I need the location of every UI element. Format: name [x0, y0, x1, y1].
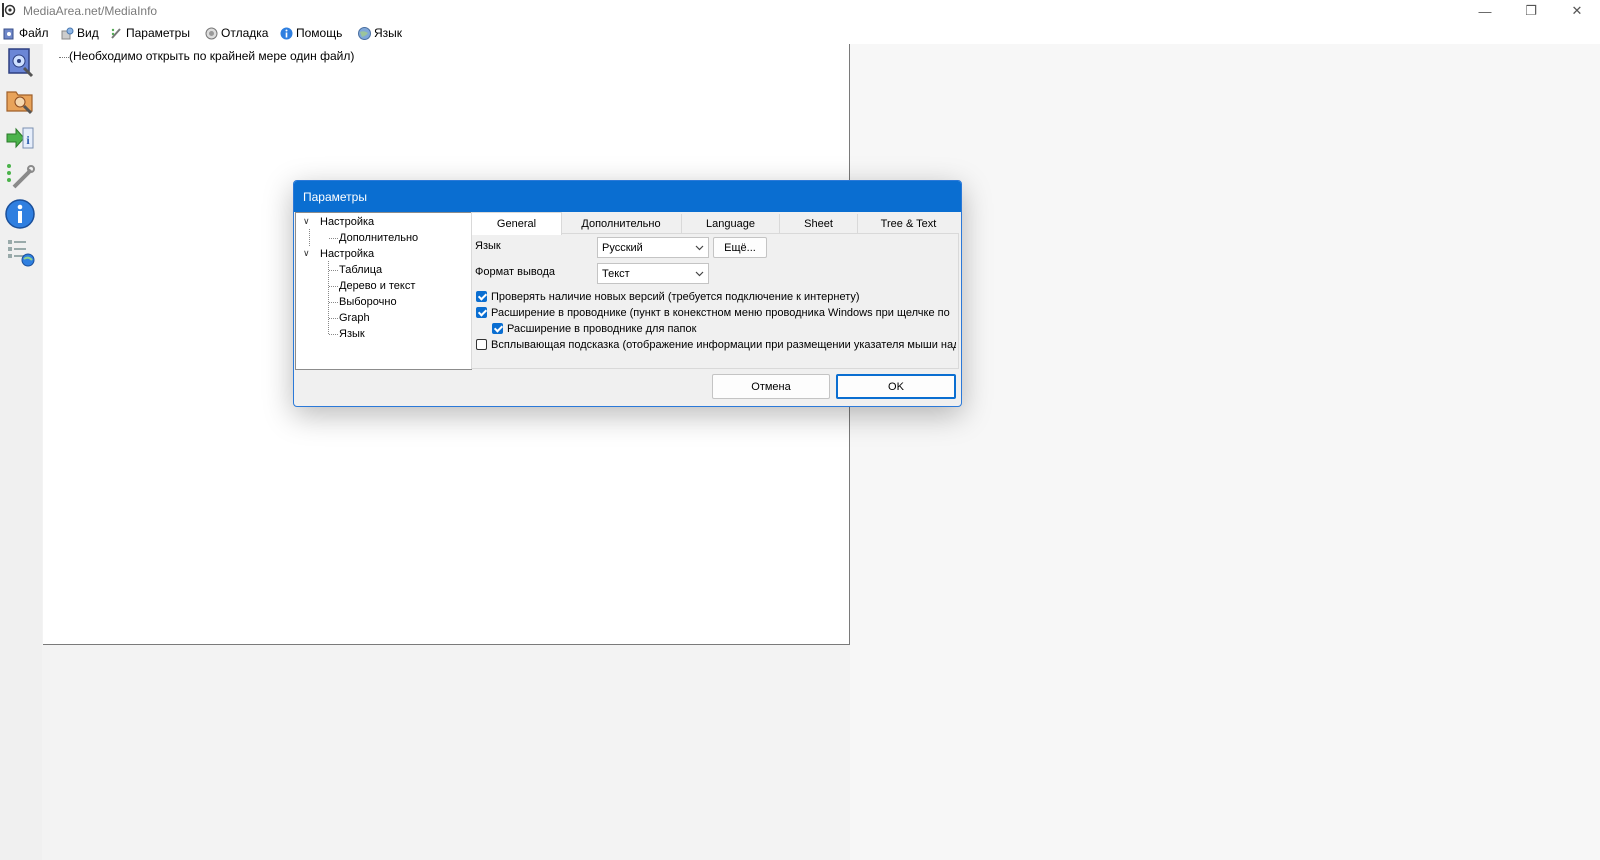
close-button[interactable]: ✕ [1554, 0, 1600, 22]
tree-line [309, 229, 310, 246]
language-select-value: Русский [602, 242, 643, 254]
tree-line [329, 334, 338, 335]
left-toolbar: i [0, 44, 42, 860]
tab-tree-text[interactable]: Tree & Text [858, 214, 959, 233]
chevron-down-icon [695, 245, 704, 251]
mediainfo-logo-icon [2, 3, 16, 17]
check-updates-option[interactable]: Проверять наличие новых версий (требуетс… [476, 289, 860, 304]
tab-general[interactable]: General [471, 212, 562, 235]
tree-item-advanced[interactable]: Дополнительно [339, 232, 418, 244]
more-languages-button[interactable]: Ещё... [713, 237, 767, 258]
menu-view[interactable]: Вид [61, 25, 99, 41]
menu-bar: Файл Вид Параметры Отладка Помощь Язык [0, 22, 1600, 44]
menu-help[interactable]: Помощь [280, 25, 342, 41]
tooltip-checkbox[interactable] [476, 339, 487, 350]
menu-options[interactable]: Параметры [110, 25, 190, 41]
options-dialog: Параметры ∨ Настройка Дополнительно ∨ На… [293, 180, 962, 407]
tab-sheet[interactable]: Sheet [780, 214, 858, 233]
output-format-select[interactable]: Текст [597, 263, 709, 284]
open-folder-icon[interactable] [4, 84, 36, 116]
window-title: MediaArea.net/MediaInfo [23, 4, 158, 18]
dialog-title: Параметры [303, 190, 367, 204]
tree-item-settings-1[interactable]: Настройка [320, 216, 374, 228]
tree-connector [59, 57, 69, 58]
tree-item-language[interactable]: Язык [339, 328, 365, 340]
general-tab-panel: Язык Русский Ещё... Формат вывода Текст … [471, 233, 959, 369]
right-empty-area [850, 44, 1600, 860]
shell-extension-label: Расширение в проводнике (пункт в конекст… [491, 306, 950, 319]
menu-view-label: Вид [77, 26, 99, 40]
options-tree[interactable]: ∨ Настройка Дополнительно ∨ Настройка Та… [295, 212, 472, 370]
web-info-icon[interactable] [4, 236, 36, 268]
shell-extension-folders-checkbox[interactable] [492, 323, 503, 334]
menu-debug-label: Отладка [221, 26, 269, 40]
tab-bar: General Дополнительно Language Sheet Tre… [471, 212, 959, 235]
tree-item-graph[interactable]: Graph [339, 312, 370, 324]
chevron-down-icon [695, 271, 704, 277]
help-icon [280, 27, 293, 39]
menu-language[interactable]: Язык [358, 25, 402, 41]
debug-icon [205, 27, 218, 39]
file-icon [3, 28, 14, 39]
tab-advanced[interactable]: Дополнительно [561, 214, 682, 233]
menu-file-label: Файл [19, 26, 49, 40]
tree-collapse-icon[interactable]: ∨ [303, 216, 310, 227]
open-file-icon[interactable] [4, 46, 36, 78]
menu-debug[interactable]: Отладка [205, 25, 268, 41]
info-icon[interactable] [4, 198, 36, 230]
dialog-title-bar[interactable]: Параметры [294, 181, 961, 212]
output-format-label: Формат вывода [475, 266, 556, 278]
tree-item-custom[interactable]: Выборочно [339, 296, 397, 308]
tree-line [328, 261, 329, 334]
check-updates-label: Проверять наличие новых версий (требуетс… [491, 290, 860, 303]
cancel-button[interactable]: Отмена [712, 374, 830, 399]
tree-item-tree-text[interactable]: Дерево и текст [339, 280, 415, 292]
empty-message: (Необходимо открыть по крайней мере один… [69, 49, 355, 63]
menu-options-label: Параметры [126, 26, 190, 40]
tooltip-option[interactable]: Всплывающая подсказка (отображение инфор… [476, 337, 956, 352]
tree-line [329, 318, 338, 319]
menu-help-label: Помощь [296, 26, 343, 40]
tree-collapse-icon[interactable]: ∨ [303, 248, 310, 259]
tree-item-table[interactable]: Таблица [339, 264, 382, 276]
tree-line [329, 238, 338, 239]
shell-extension-folders-option[interactable]: Расширение в проводнике для папок [492, 321, 696, 336]
tree-item-settings-2[interactable]: Настройка [320, 248, 374, 260]
preferences-icon[interactable] [4, 160, 36, 192]
shell-extension-checkbox[interactable] [476, 307, 487, 318]
options-icon [111, 27, 121, 39]
tree-line [329, 286, 338, 287]
language-icon [358, 26, 371, 40]
language-label: Язык [475, 240, 501, 252]
ok-button[interactable]: OK [836, 374, 956, 399]
shell-extension-option[interactable]: Расширение в проводнике (пункт в конекст… [476, 305, 954, 320]
menu-file[interactable]: Файл [3, 25, 49, 41]
tooltip-label: Всплывающая подсказка (отображение инфор… [491, 338, 956, 351]
language-select[interactable]: Русский [597, 237, 709, 258]
view-icon [61, 27, 74, 39]
tab-language[interactable]: Language [682, 214, 780, 233]
export-icon[interactable]: i [4, 122, 36, 154]
check-updates-checkbox[interactable] [476, 291, 487, 302]
title-bar: MediaArea.net/MediaInfo — ❐ ✕ [0, 0, 1600, 22]
minimize-button[interactable]: — [1462, 0, 1508, 22]
output-format-value: Текст [602, 268, 630, 280]
tree-line [329, 270, 338, 271]
restore-button[interactable]: ❐ [1508, 0, 1554, 22]
shell-extension-folders-label: Расширение в проводнике для папок [507, 322, 697, 335]
menu-language-label: Язык [374, 26, 403, 40]
tree-line [329, 302, 338, 303]
